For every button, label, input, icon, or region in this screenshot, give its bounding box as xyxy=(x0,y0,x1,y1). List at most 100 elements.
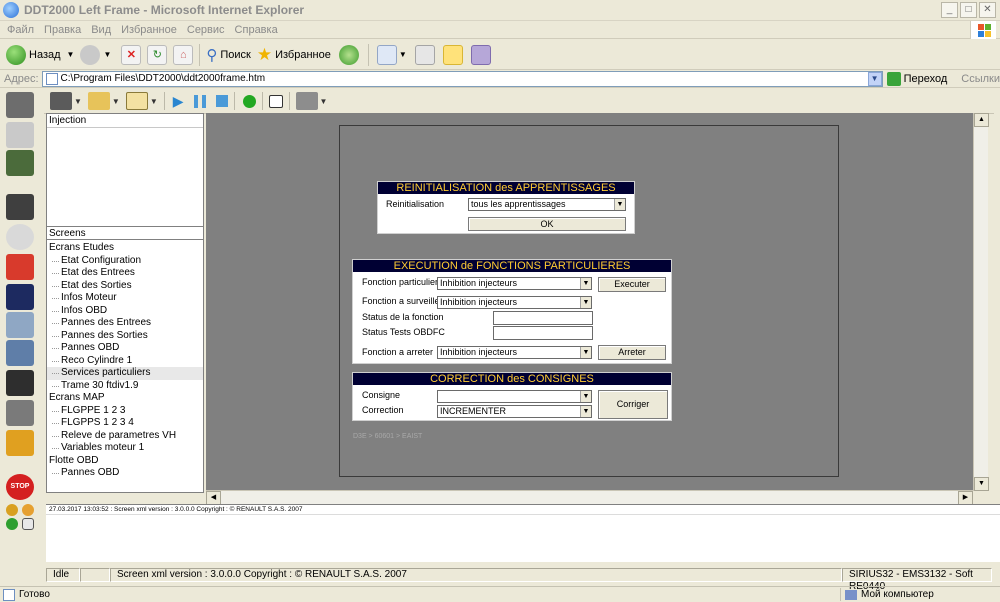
tree-item[interactable]: Pannes OBD xyxy=(47,342,203,355)
info-icon[interactable] xyxy=(6,224,34,250)
address-url: C:\Program Files\DDT2000\ddt2000frame.ht… xyxy=(60,73,266,84)
ok-button[interactable]: OK xyxy=(468,217,626,231)
tree-item[interactable]: Pannes des Sorties xyxy=(47,330,203,343)
horizontal-scrollbar[interactable]: ◀ ▶ xyxy=(206,490,973,505)
back-small-icon[interactable] xyxy=(6,518,18,530)
stop-button[interactable]: Arreter xyxy=(598,345,666,360)
back-button[interactable]: Назад ▼ xyxy=(6,44,74,65)
calculator-icon[interactable] xyxy=(6,340,34,366)
correction-select[interactable]: INCREMENTER ▼ xyxy=(437,405,592,418)
stop-square-icon[interactable] xyxy=(215,95,228,107)
apply-correction-button[interactable]: Corriger xyxy=(598,390,668,419)
scroll-right-button[interactable]: ▶ xyxy=(958,491,973,505)
menu-favorites[interactable]: Избранное xyxy=(121,24,177,36)
tree-item[interactable]: Releve de parametres VH xyxy=(47,430,203,443)
address-label: Адрес: xyxy=(4,72,39,85)
print-icon[interactable] xyxy=(414,44,435,65)
scroll-up-button[interactable]: ▲ xyxy=(974,113,989,127)
tools-icon[interactable] xyxy=(6,400,34,426)
window-icon[interactable] xyxy=(125,92,148,110)
minimize-button[interactable]: _ xyxy=(941,2,958,18)
execute-button[interactable]: Executer xyxy=(598,277,666,292)
status-tests-field xyxy=(493,326,593,340)
favorites-button[interactable]: ★ Избранное xyxy=(257,45,331,65)
tree-item[interactable]: Etat des Entrees xyxy=(47,267,203,280)
back-label: Назад xyxy=(29,48,61,61)
vehicle-tool-icon[interactable] xyxy=(50,92,72,110)
stop-function-select[interactable]: Inhibition injecteurs ▼ xyxy=(437,346,592,359)
screen-icon[interactable] xyxy=(6,284,34,310)
mail-icon[interactable] xyxy=(376,44,397,65)
tree-item[interactable]: Etat Configuration xyxy=(47,255,203,268)
forward-button[interactable]: ▼ xyxy=(80,44,111,65)
record-icon[interactable] xyxy=(242,94,256,108)
tree-item[interactable]: FLGPPE 1 2 3 xyxy=(47,405,203,418)
pause-icon[interactable] xyxy=(193,94,206,108)
stop-sign-icon[interactable]: STOP xyxy=(6,474,34,500)
play-icon[interactable]: ▶ xyxy=(173,93,184,110)
chip-icon[interactable] xyxy=(6,370,34,396)
tree-item[interactable]: Infos Moteur xyxy=(47,292,203,305)
connector-icon[interactable] xyxy=(6,150,34,176)
address-dropdown-icon[interactable]: ▼ xyxy=(867,71,882,86)
browser-toolbar: Назад ▼ ▼ ✕ ↻ ⌂ ⚲ Поиск ★ Избранное ▼ xyxy=(0,40,1000,70)
reinit-title: REINITIALISATION des APPRENTISSAGES xyxy=(378,182,634,194)
vertical-scrollbar[interactable]: ▲ ▼ xyxy=(973,113,989,491)
vehicle-select-icon[interactable] xyxy=(6,92,34,118)
reinit-label: Reinitialisation xyxy=(386,199,445,209)
title-bar: DDT2000 Left Frame - Microsoft Internet … xyxy=(0,0,1000,21)
open-folder-icon[interactable] xyxy=(87,92,110,110)
tool-icon-strip: STOP xyxy=(4,90,40,550)
tree-item[interactable]: Pannes OBD xyxy=(47,467,203,480)
menu-help[interactable]: Справка xyxy=(235,24,278,36)
monitor-select[interactable]: Inhibition injecteurs ▼ xyxy=(437,296,592,309)
tree-item[interactable]: Services particuliers xyxy=(47,367,203,380)
reinit-select[interactable]: tous les apprentissages ▼ xyxy=(468,198,626,211)
cursor-small-icon[interactable] xyxy=(22,518,34,530)
cancel-small-icon[interactable] xyxy=(22,504,34,516)
menu-view[interactable]: Вид xyxy=(91,24,111,36)
tree-item[interactable]: Variables moteur 1 xyxy=(47,442,203,455)
history-icon[interactable] xyxy=(338,44,359,65)
menu-file[interactable]: Файл xyxy=(7,24,34,36)
menu-edit[interactable]: Правка xyxy=(44,24,81,36)
stop-icon[interactable]: ✕ xyxy=(121,44,142,65)
links-button[interactable]: Ссылки xyxy=(961,73,1000,85)
home-icon[interactable]: ⌂ xyxy=(173,44,194,65)
binoculars-icon[interactable] xyxy=(6,194,34,220)
tree-item[interactable]: Trame 30 ftdiv1.9 xyxy=(47,380,203,393)
probe-icon[interactable] xyxy=(6,122,34,148)
tree-group[interactable]: Flotte OBD xyxy=(47,455,203,468)
address-input[interactable]: C:\Program Files\DDT2000\ddt2000frame.ht… xyxy=(41,70,883,87)
search-button[interactable]: ⚲ Поиск xyxy=(206,46,250,64)
go-button[interactable]: Переход xyxy=(886,71,947,86)
tree-group[interactable]: Ecrans Etudes xyxy=(47,242,203,255)
scroll-down-button[interactable]: ▼ xyxy=(974,477,989,491)
close-button[interactable]: ✕ xyxy=(979,2,996,18)
messenger-icon[interactable] xyxy=(470,44,491,65)
settings-icon[interactable] xyxy=(6,430,34,456)
tree-item[interactable]: Reco Cylindre 1 xyxy=(47,355,203,368)
function-select[interactable]: Inhibition injecteurs ▼ xyxy=(437,277,592,290)
graph-icon[interactable] xyxy=(6,312,34,338)
menu-tools[interactable]: Сервис xyxy=(187,24,225,36)
pause-small-icon[interactable] xyxy=(6,504,18,516)
chevron-down-icon: ▼ xyxy=(580,347,591,358)
edit-icon[interactable] xyxy=(442,44,463,65)
scroll-left-button[interactable]: ◀ xyxy=(206,491,221,505)
maximize-button[interactable]: □ xyxy=(960,2,977,18)
frame-icon[interactable] xyxy=(268,94,283,108)
warning-icon[interactable] xyxy=(6,254,34,280)
tree-group[interactable]: Ecrans MAP xyxy=(47,392,203,405)
camera-icon[interactable] xyxy=(295,92,318,110)
tree-item[interactable]: Pannes des Entrees xyxy=(47,317,203,330)
reinit-value: tous les apprentissages xyxy=(471,199,566,209)
setpoint-label: Consigne xyxy=(362,390,401,400)
tree-item[interactable]: Etat des Sorties xyxy=(47,280,203,293)
function-label: Fonction particuliere xyxy=(362,277,444,287)
refresh-icon[interactable]: ↻ xyxy=(147,44,168,65)
tree-item[interactable]: FLGPPS 1 2 3 4 xyxy=(47,417,203,430)
setpoint-select[interactable]: ▼ xyxy=(437,390,592,403)
tree-item[interactable]: Infos OBD xyxy=(47,305,203,318)
screens-tree: Ecrans Etudes Etat Configuration Etat des … xyxy=(46,239,204,493)
